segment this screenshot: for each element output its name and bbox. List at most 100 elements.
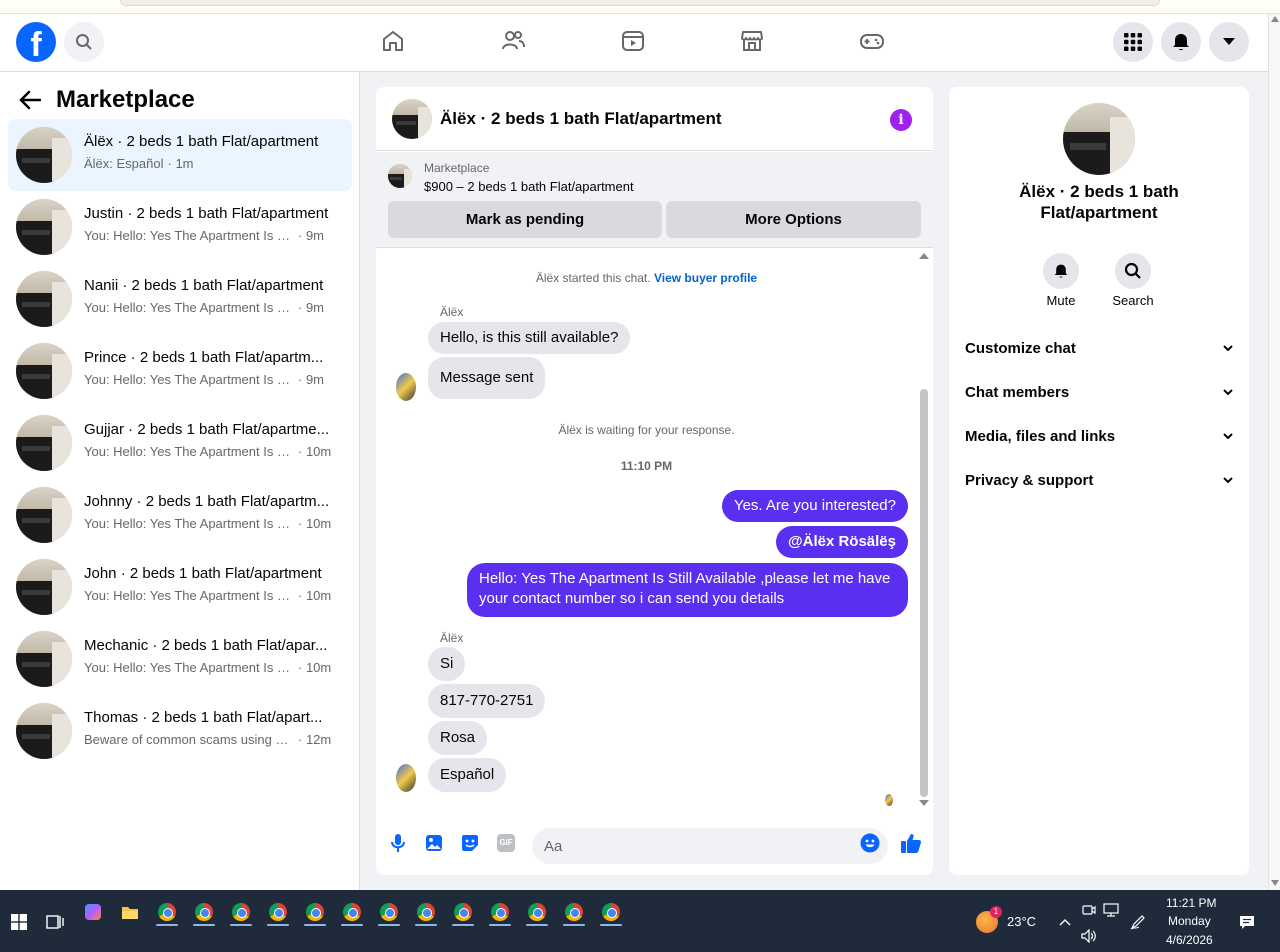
conversation-name: Nanii · 2 beds 1 bath Flat/apartment — [84, 277, 324, 294]
chat-members-section[interactable]: Chat members — [965, 370, 1233, 414]
message-incoming[interactable]: Si — [428, 647, 466, 681]
weather-temperature[interactable]: 23°C — [1007, 914, 1036, 929]
page-scrollbar[interactable] — [1268, 14, 1280, 890]
gaming-button[interactable] — [857, 26, 887, 56]
chrome-window-button[interactable] — [561, 898, 587, 926]
tray-overflow-button[interactable] — [1052, 908, 1078, 936]
chrome-window-button[interactable] — [265, 898, 291, 926]
volume-button[interactable] — [1076, 922, 1102, 950]
address-bar[interactable] — [120, 0, 1160, 6]
emoji-icon — [860, 833, 880, 853]
friends-button[interactable] — [498, 26, 528, 56]
info-icon[interactable]: i — [890, 109, 912, 131]
conversation-item[interactable]: Mechanic · 2 beds 1 bath Flat/apar... You… — [8, 623, 352, 695]
sticker-icon — [462, 835, 478, 851]
sender-avatar[interactable] — [396, 373, 416, 401]
chrome-window-button[interactable] — [302, 898, 328, 926]
conversation-preview-text: You: Hello: Yes The Apartment Is Still .… — [84, 228, 294, 243]
menu-button[interactable] — [1113, 22, 1153, 62]
clock-day[interactable]: Monday — [1168, 914, 1211, 928]
conversation-preview-text: You: Hello: Yes The Apartment Is Still..… — [84, 588, 294, 603]
listing-thumbnail[interactable] — [388, 164, 412, 188]
search-button[interactable] — [64, 22, 104, 62]
message-outgoing-mention[interactable]: @Älëx Rösälëş — [775, 526, 908, 558]
chat-title[interactable]: Älëx · 2 beds 1 bath Flat/apartment — [440, 109, 722, 129]
chat-avatar[interactable] — [392, 99, 432, 139]
start-button[interactable] — [6, 908, 32, 936]
top-navigation: f — [0, 14, 1268, 72]
chrome-window-button[interactable] — [413, 898, 439, 926]
task-view-button[interactable] — [42, 908, 68, 936]
mark-as-pending-button[interactable]: Mark as pending — [388, 201, 662, 238]
info-title: Älëx · 2 beds 1 bath Flat/apartment — [1019, 182, 1179, 222]
privacy-support-section[interactable]: Privacy & support — [965, 458, 1233, 502]
message-input[interactable] — [532, 828, 888, 864]
message-incoming[interactable]: Hello, is this still available? — [428, 322, 631, 354]
conversation-thumbnail — [16, 199, 72, 255]
chrome-window-button[interactable] — [154, 898, 180, 926]
network-button[interactable] — [1098, 896, 1124, 924]
account-button[interactable] — [1209, 22, 1249, 62]
conversation-item[interactable]: John · 2 beds 1 bath Flat/apartment You: … — [8, 551, 352, 623]
chrome-window-button[interactable] — [339, 898, 365, 926]
sender-avatar[interactable] — [396, 764, 416, 792]
facebook-logo-icon[interactable]: f — [16, 22, 56, 62]
chrome-window-button[interactable] — [598, 898, 624, 926]
clock-date[interactable]: 4/6/2026 — [1166, 933, 1213, 947]
conversation-item[interactable]: Johnny · 2 beds 1 bath Flat/apartm... You… — [8, 479, 352, 551]
message-composer: GIF — [376, 813, 933, 875]
more-options-button[interactable]: More Options — [666, 201, 921, 238]
conversation-name: Gujjar · 2 beds 1 bath Flat/apartme... — [84, 421, 330, 438]
conversation-thumbnail — [16, 631, 72, 687]
message-outgoing[interactable]: Yes. Are you interested? — [721, 490, 908, 522]
like-button[interactable] — [900, 833, 922, 853]
media-files-links-section[interactable]: Media, files and links — [965, 414, 1233, 458]
notification-center-button[interactable] — [1234, 908, 1260, 936]
weather-widget[interactable]: 1 — [973, 906, 1002, 936]
marketplace-button[interactable] — [737, 26, 767, 56]
emoji-button[interactable] — [860, 833, 880, 853]
conversation-item[interactable]: Prince · 2 beds 1 bath Flat/apartm... You… — [8, 335, 352, 407]
listing-avatar-large[interactable] — [1063, 103, 1135, 175]
conversation-item[interactable]: Thomas · 2 beds 1 bath Flat/apart... Bewa… — [8, 695, 352, 767]
message-outgoing[interactable]: Hello: Yes The Apartment Is Still Availa… — [467, 563, 908, 617]
paint-app-button[interactable] — [228, 898, 254, 926]
pen-menu-button[interactable] — [1125, 908, 1151, 936]
conversation-item[interactable]: Nanii · 2 beds 1 bath Flat/apartment You:… — [8, 263, 352, 335]
attach-photo-button[interactable] — [424, 833, 444, 853]
video-button[interactable] — [618, 26, 648, 56]
chrome-window-button[interactable] — [450, 898, 476, 926]
listing-label: Marketplace — [424, 161, 490, 175]
chrome-window-button[interactable] — [191, 898, 217, 926]
search-icon — [1124, 262, 1141, 279]
chrome-window-button[interactable] — [376, 898, 402, 926]
message-incoming[interactable]: Message sent — [428, 357, 546, 399]
message-incoming[interactable]: Español — [428, 758, 507, 792]
conversation-item[interactable]: Älëx · 2 beds 1 bath Flat/apartment Älëx:… — [8, 119, 352, 191]
voice-clip-button[interactable] — [388, 833, 408, 853]
conversation-item[interactable]: Gujjar · 2 beds 1 bath Flat/apartme... Yo… — [8, 407, 352, 479]
home-button[interactable] — [378, 26, 408, 56]
customize-chat-section[interactable]: Customize chat — [965, 326, 1233, 370]
message-incoming[interactable]: Rosa — [428, 721, 488, 755]
copilot-button[interactable] — [80, 898, 106, 926]
chrome-window-button[interactable] — [524, 898, 550, 926]
message-incoming[interactable]: 817-770-2751 — [428, 684, 546, 718]
back-button[interactable] — [16, 86, 44, 114]
sticker-button[interactable] — [460, 833, 480, 853]
conversation-item[interactable]: Justin · 2 beds 1 bath Flat/apartment You… — [8, 191, 352, 263]
section-label: Chat members — [965, 383, 1070, 401]
listing-price[interactable]: $900 – 2 beds 1 bath Flat/apartment — [424, 179, 634, 194]
notifications-button[interactable] — [1161, 22, 1201, 62]
chrome-window-button[interactable] — [487, 898, 513, 926]
search-in-chat-button[interactable]: Search — [1103, 253, 1163, 308]
weather-icon: 1 — [976, 906, 1002, 933]
mute-button[interactable]: Mute — [1031, 253, 1091, 308]
file-explorer-button[interactable] — [117, 898, 143, 926]
conversation-preview-text: You: Hello: Yes The Apartment Is Still .… — [84, 300, 294, 315]
message-scrollbar[interactable] — [917, 249, 931, 813]
view-buyer-profile-link[interactable]: View buyer profile — [654, 271, 757, 285]
clock-time[interactable]: 11:21 PM — [1166, 896, 1216, 910]
gif-button[interactable]: GIF — [496, 833, 516, 853]
message-line: Hello: Yes The Apartment Is Still Availa… — [479, 570, 891, 587]
